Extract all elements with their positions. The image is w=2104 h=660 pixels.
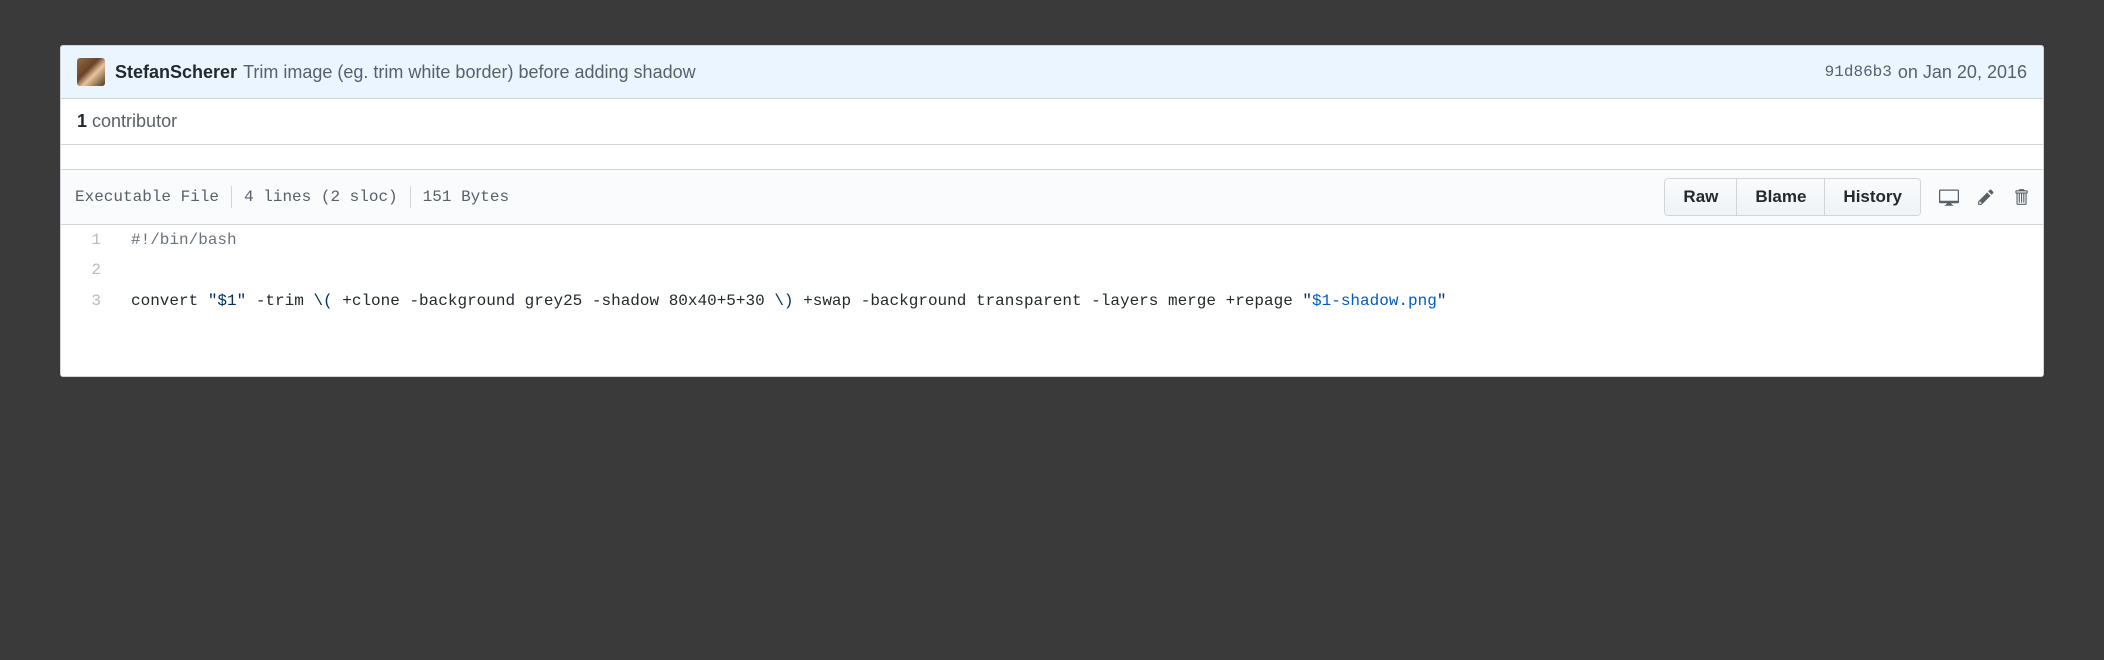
contributor-count: 1 bbox=[77, 111, 87, 131]
file-size: 151 Bytes bbox=[411, 188, 521, 206]
trash-icon[interactable] bbox=[2013, 188, 2029, 206]
file-lines: 4 lines (2 sloc) bbox=[232, 188, 410, 206]
code-line: 1#!/bin/bash bbox=[61, 225, 2043, 255]
contributor-label: contributor bbox=[92, 111, 177, 131]
code-line: 2 bbox=[61, 255, 2043, 285]
line-content[interactable] bbox=[121, 255, 2043, 285]
file-info: Executable File 4 lines (2 sloc) 151 Byt… bbox=[75, 186, 521, 208]
history-button[interactable]: History bbox=[1825, 179, 1920, 215]
pencil-icon[interactable] bbox=[1977, 188, 1995, 206]
line-number[interactable]: 1 bbox=[61, 225, 121, 255]
file-mode: Executable File bbox=[75, 188, 231, 206]
line-number[interactable]: 3 bbox=[61, 286, 121, 316]
commit-author[interactable]: StefanScherer bbox=[115, 62, 237, 83]
blame-button[interactable]: Blame bbox=[1737, 179, 1825, 215]
code-table: 1#!/bin/bash23convert "$1" -trim \( +clo… bbox=[61, 225, 2043, 316]
line-number[interactable]: 2 bbox=[61, 255, 121, 285]
contributors-bar: 1 contributor bbox=[61, 99, 2043, 145]
commit-hash[interactable]: 91d86b3 bbox=[1825, 63, 1892, 81]
file-container: StefanScherer Trim image (eg. trim white… bbox=[60, 45, 2044, 377]
commit-date: on Jan 20, 2016 bbox=[1898, 62, 2027, 83]
raw-button[interactable]: Raw bbox=[1665, 179, 1737, 215]
file-toolbar: Executable File 4 lines (2 sloc) 151 Byt… bbox=[61, 169, 2043, 225]
commit-message[interactable]: Trim image (eg. trim white border) befor… bbox=[243, 62, 1825, 83]
toolbar-right: Raw Blame History bbox=[1664, 178, 2029, 216]
code-line: 3convert "$1" -trim \( +clone -backgroun… bbox=[61, 286, 2043, 316]
commit-header: StefanScherer Trim image (eg. trim white… bbox=[61, 46, 2043, 99]
desktop-icon[interactable] bbox=[1939, 187, 1959, 207]
spacer bbox=[61, 145, 2043, 169]
button-group: Raw Blame History bbox=[1664, 178, 1921, 216]
line-content[interactable]: #!/bin/bash bbox=[121, 225, 2043, 255]
avatar[interactable] bbox=[77, 58, 105, 86]
line-content[interactable]: convert "$1" -trim \( +clone -background… bbox=[121, 286, 2043, 316]
code-area: 1#!/bin/bash23convert "$1" -trim \( +clo… bbox=[61, 225, 2043, 376]
